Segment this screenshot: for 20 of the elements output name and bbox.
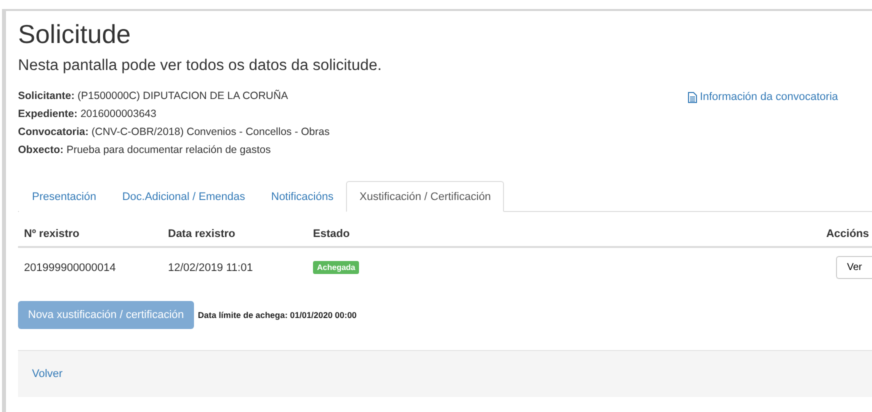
view-button[interactable]: Ver [836, 256, 872, 279]
detail-line: Convocatoria: (CNV-C-OBR/2018) Convenios - Concellos - Obras [18, 126, 330, 139]
page-title: Solicitude [18, 19, 132, 49]
page-subtitle: Nesta pantalla pode ver todos os datos da solicitude. [18, 57, 383, 75]
document-icon [688, 92, 697, 102]
tab[interactable]: Xustificación / Certificación [346, 181, 504, 212]
detail-line: Expediente: 2016000003643 [18, 108, 158, 121]
table-cell-text: 201999900000014 [23, 260, 117, 276]
deadline-text: Data límite de achega: 01/01/2020 00:00 [198, 310, 357, 320]
column-header: Estado [307, 218, 820, 248]
status-badge: Achegada [313, 261, 360, 274]
tab[interactable]: Notificacións [258, 181, 346, 212]
column-header: Data rexistro [162, 218, 307, 248]
detail-line: Solicitante: (P1500000C) DIPUTACION DE LA CORUÑA [18, 90, 289, 103]
column-header: Accións [820, 218, 872, 248]
detail-line: Obxecto: Prueba para documentar relación de gastos [18, 144, 272, 157]
table-cell-text: 12/02/2019 11:01 [167, 260, 254, 276]
back-link[interactable]: Volver [32, 368, 63, 380]
info-link[interactable]: Información da convocatoria [688, 90, 838, 104]
column-header: Nº rexistro [18, 218, 162, 248]
